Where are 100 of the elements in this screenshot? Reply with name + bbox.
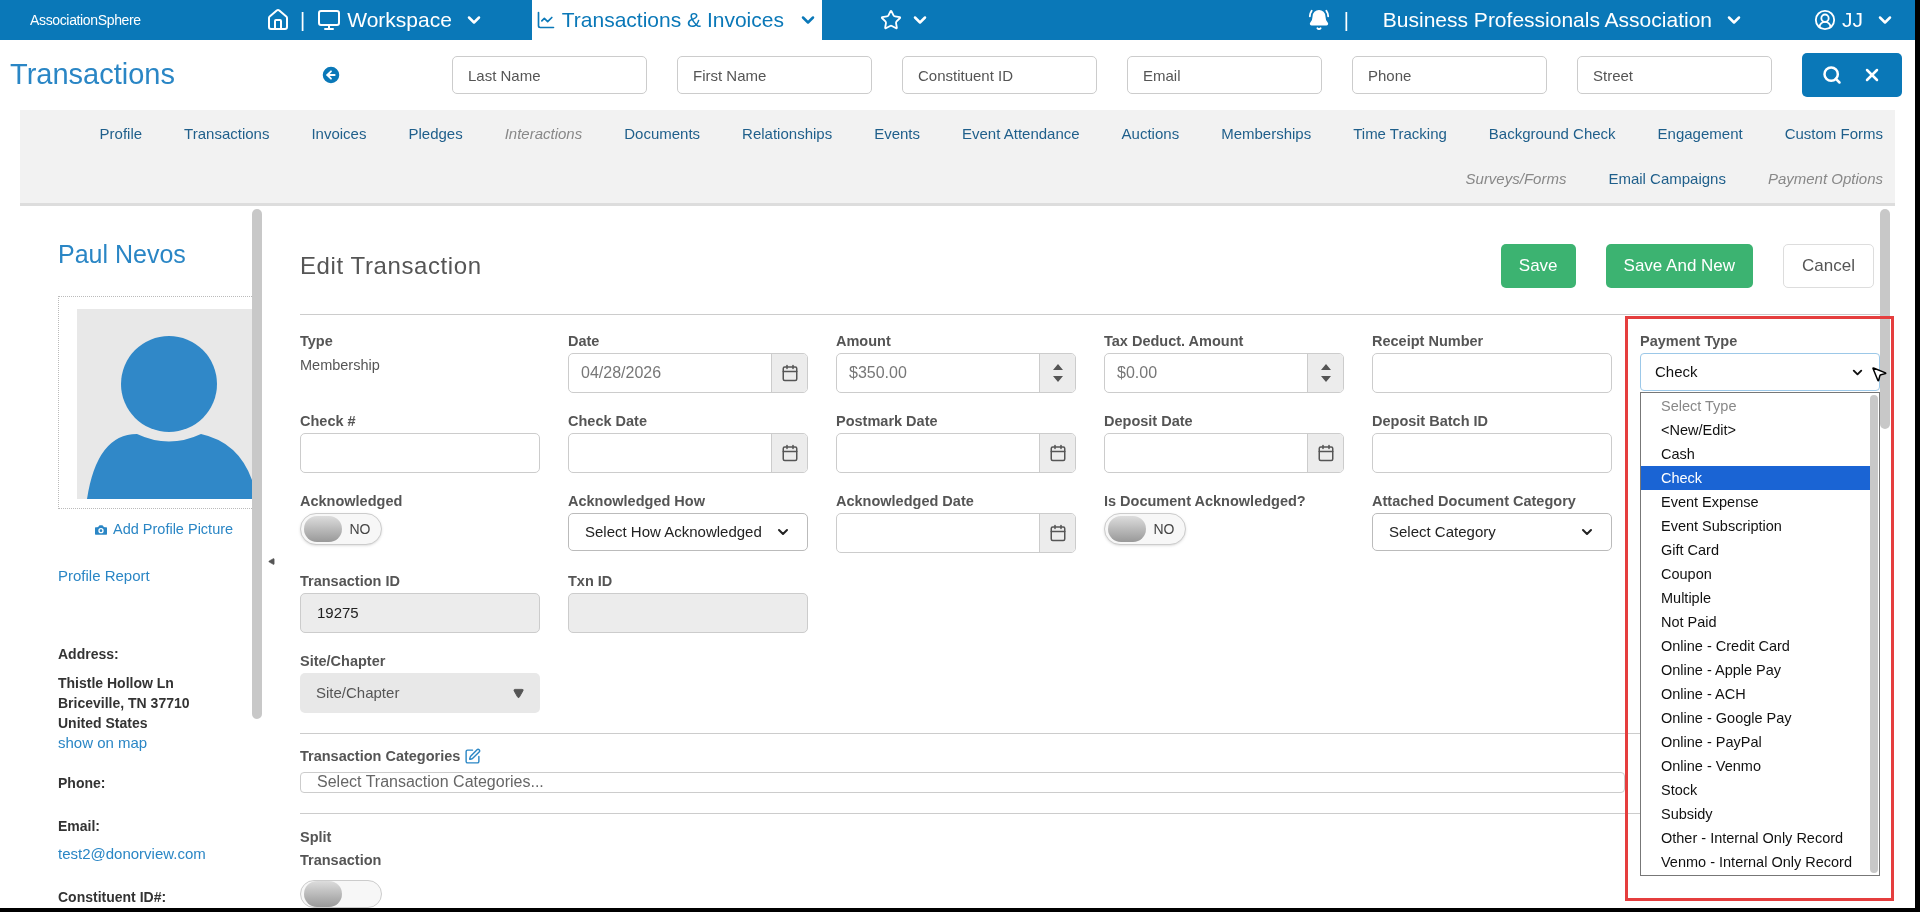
field-label: Transaction [300,851,382,870]
organization-menu[interactable]: Business Professionals Association [1382,4,1744,36]
spin-arrows-icon[interactable] [1052,363,1063,383]
dropdown-option[interactable]: Not Paid [1641,610,1870,634]
number-field[interactable]: $350.00 [836,353,1076,393]
search-field[interactable]: Constituent ID [902,56,1097,94]
dropdown-option[interactable]: Stock [1641,778,1870,802]
dropdown-option[interactable]: Online - PayPal [1641,730,1870,754]
nav-tab[interactable]: Relationships [742,123,833,146]
dropdown-option[interactable]: <New/Edit> [1641,418,1870,442]
nav-tab[interactable]: Invoices [311,123,367,146]
nav-tab[interactable]: Event Attendance [962,123,1080,146]
email-label: Email: [58,816,101,836]
calendar-icon[interactable] [1048,444,1067,462]
calendar-icon[interactable] [780,364,799,382]
map-link[interactable]: show on map [58,732,252,753]
dropdown-option[interactable]: Cash [1641,442,1870,466]
spin-arrows-icon[interactable] [1320,363,1331,383]
dropdown-option[interactable]: Online - Venmo [1641,754,1870,778]
logo[interactable]: AssociationSphere [30,9,180,31]
calendar-icon[interactable] [780,444,799,462]
dropdown-option[interactable]: Online - Apple Pay [1641,658,1870,682]
number-field[interactable]: $0.00 [1104,353,1344,393]
nav-tab[interactable]: Time Tracking [1353,123,1447,146]
dropdown-option[interactable]: Online - ACH [1641,682,1870,706]
nav-tab[interactable]: Auctions [1121,123,1180,146]
field-label: Attached Document Category [1372,492,1577,511]
profile-report-link[interactable]: Profile Report [58,565,252,588]
dropdown-option[interactable]: Online - Google Pay [1641,706,1870,730]
field-label: Receipt Number [1372,332,1485,351]
dropdown-option[interactable]: Coupon [1641,562,1870,586]
date-field[interactable] [836,513,1076,553]
calendar-icon[interactable] [1048,524,1067,542]
workspace-menu[interactable]: Workspace [315,0,486,40]
select-field[interactable]: Select How Acknowledged [568,513,808,551]
dropdown-option[interactable]: Check [1641,466,1870,490]
address-label: Address: [58,644,120,664]
add-picture-link[interactable]: Add Profile Picture [93,519,252,541]
form-title: Edit Transaction [300,251,483,281]
home-icon[interactable] [266,8,290,32]
search-button[interactable] [1802,53,1902,97]
nav-tab[interactable]: Profile [99,123,143,146]
field-label: Acknowledged Date [836,492,975,511]
toggle-switch[interactable]: NO [1104,513,1186,545]
user-menu[interactable]: JJ [1814,4,1895,36]
text-field[interactable] [1372,433,1612,473]
select-field[interactable]: Select Category [1372,513,1612,551]
search-field[interactable]: Email [1127,56,1322,94]
nav-tab[interactable]: Memberships [1221,123,1312,146]
page-title: Transactions [10,57,176,93]
separator: | [1343,8,1349,33]
back-icon[interactable] [320,64,342,86]
caret-icon [513,687,524,699]
dropdown-option[interactable]: Venmo - Internal Only Record [1641,850,1870,874]
dropdown-option[interactable]: Event Subscription [1641,514,1870,538]
nav-tab[interactable]: Background Check [1488,123,1616,146]
chart-icon [535,10,556,30]
toggle-switch[interactable] [300,880,382,908]
collapse-icon[interactable] [267,558,275,565]
dropdown-option[interactable]: Other - Internal Only Record [1641,826,1870,850]
date-field[interactable] [836,433,1076,473]
dropdown-option[interactable]: Subsidy [1641,802,1870,826]
field-label: Site/Chapter [300,652,387,671]
scrollbar[interactable] [1880,209,1890,429]
select-field[interactable]: Site/Chapter [300,673,540,713]
search-field[interactable]: Last Name [452,56,647,94]
date-field[interactable] [1104,433,1344,473]
calendar-icon[interactable] [1316,444,1335,462]
nav-tab[interactable]: Documents [624,123,701,146]
nav-tab[interactable]: Engagement [1657,123,1743,146]
nav-tab[interactable]: Events [874,123,920,146]
bell-icon[interactable] [1307,9,1330,31]
address-line: Briceville, TN 37710 [58,693,191,713]
scrollbar[interactable] [252,209,262,719]
field-label: Deposit Batch ID [1372,412,1489,431]
text-field[interactable] [300,433,540,473]
nav-tab[interactable]: Email Campaigns [1608,167,1726,190]
categories-field[interactable]: Select Transaction Categories... [300,771,1625,793]
transactions-menu[interactable]: Transactions & Invoices [531,0,822,40]
search-field[interactable]: Street [1577,56,1772,94]
nav-tab[interactable]: Custom Forms [1784,123,1883,146]
form-button[interactable]: Cancel [1783,244,1874,288]
toggle-switch[interactable]: NO [300,513,382,545]
search-field[interactable]: First Name [677,56,872,94]
dropdown-option[interactable]: Gift Card [1641,538,1870,562]
date-field[interactable]: 04/28/2026 [568,353,808,393]
dropdown-option[interactable]: Event Expense [1641,490,1870,514]
email-link[interactable]: test2@donorview.com [58,842,252,865]
scrollbar[interactable] [1870,395,1878,873]
dropdown-option[interactable]: Multiple [1641,586,1870,610]
select-field[interactable]: Check [1640,353,1880,391]
date-field[interactable] [568,433,808,473]
edit-icon[interactable] [464,748,482,766]
text-field[interactable] [1372,353,1612,393]
nav-tab[interactable]: Transactions [184,123,270,146]
field-label: Transaction ID [300,572,401,591]
nav-tab[interactable]: Pledges [408,123,463,146]
dropdown-option[interactable]: Online - Credit Card [1641,634,1870,658]
constituent-label: Constituent ID#: [58,888,168,907]
search-field[interactable]: Phone [1352,56,1547,94]
